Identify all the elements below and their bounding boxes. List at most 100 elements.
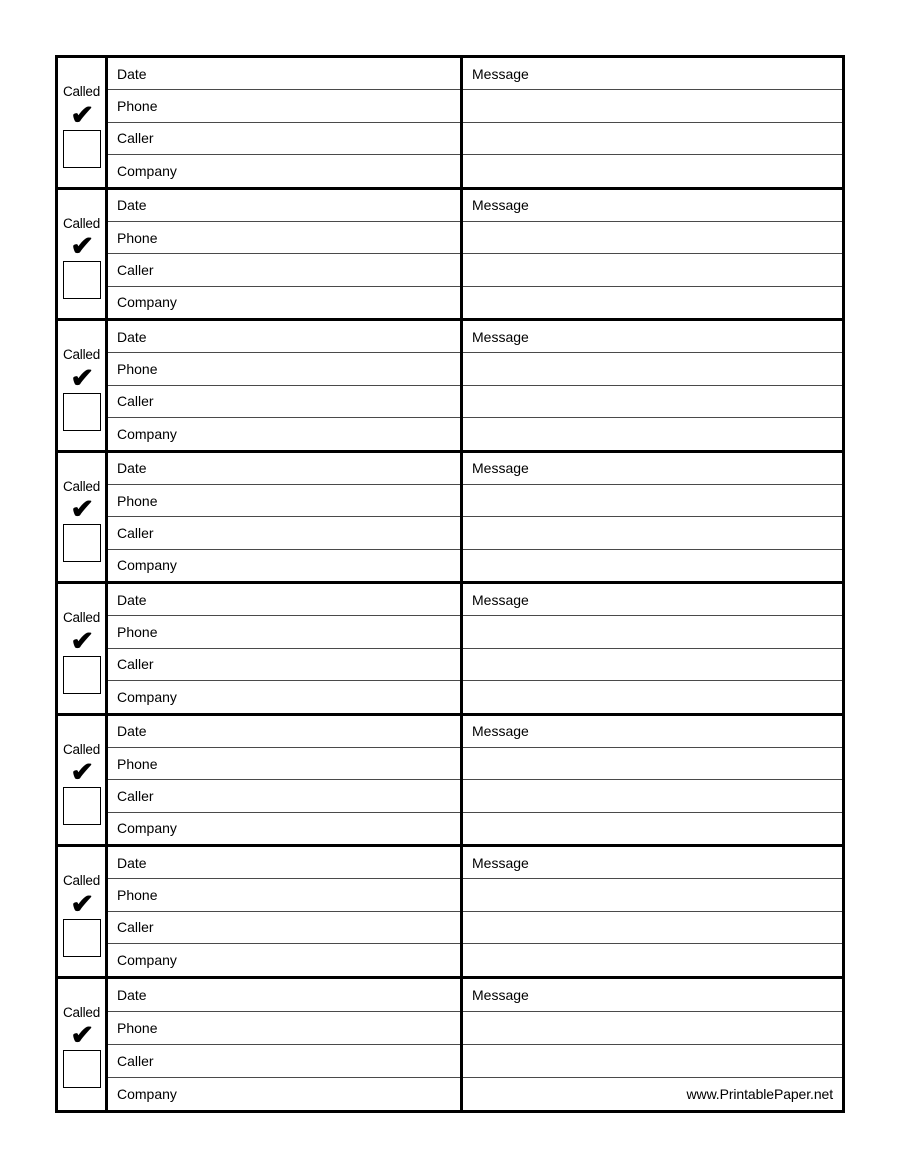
called-checkbox[interactable] xyxy=(62,1050,101,1088)
field-row-date[interactable]: Date xyxy=(108,979,460,1012)
message-header-row[interactable]: Message xyxy=(463,584,842,617)
checkmark-icon: ✔ xyxy=(70,1020,94,1050)
message-write-row[interactable] xyxy=(463,123,842,156)
field-row-caller[interactable]: Caller xyxy=(108,386,460,419)
field-row-caller[interactable]: Caller xyxy=(108,780,460,813)
message-column: Message xyxy=(463,190,842,319)
called-checkbox[interactable] xyxy=(62,129,101,168)
field-row-date[interactable]: Date xyxy=(108,453,460,485)
message-block: Called ✔ Date Phone Caller Company Message xyxy=(58,58,842,190)
message-write-row[interactable] xyxy=(463,287,842,318)
field-row-phone[interactable]: Phone xyxy=(108,353,460,386)
message-write-row[interactable] xyxy=(463,748,842,781)
field-row-company[interactable]: Company xyxy=(108,1078,460,1110)
called-checkbox[interactable] xyxy=(62,787,101,825)
called-checkbox[interactable] xyxy=(62,261,101,299)
field-label: Phone xyxy=(117,887,158,904)
message-write-row[interactable] xyxy=(463,254,842,287)
field-row-company[interactable]: Company xyxy=(108,944,460,975)
message-write-row[interactable] xyxy=(463,222,842,255)
field-row-phone[interactable]: Phone xyxy=(108,222,460,255)
field-label-column: Date Phone Caller Company xyxy=(108,715,463,844)
called-checkbox[interactable] xyxy=(62,524,101,562)
message-write-row[interactable] xyxy=(463,1012,842,1045)
checkmark-icon: ✔ xyxy=(70,757,94,787)
field-row-phone[interactable]: Phone xyxy=(108,616,460,649)
message-header-row[interactable]: Message xyxy=(463,847,842,880)
message-header-row[interactable]: Message xyxy=(463,190,842,222)
field-label-column: Date Phone Caller Company xyxy=(108,584,463,713)
message-write-row[interactable] xyxy=(463,780,842,813)
field-row-caller[interactable]: Caller xyxy=(108,123,460,156)
message-write-row[interactable] xyxy=(463,517,842,550)
field-row-company[interactable]: Company xyxy=(108,155,460,186)
called-checkbox[interactable] xyxy=(62,655,101,694)
field-row-caller[interactable]: Caller xyxy=(108,1045,460,1078)
called-checkbox[interactable] xyxy=(62,918,101,957)
field-row-date[interactable]: Date xyxy=(108,58,460,91)
field-row-caller[interactable]: Caller xyxy=(108,254,460,287)
field-row-company[interactable]: Company xyxy=(108,287,460,318)
message-write-row[interactable] xyxy=(463,155,842,186)
field-row-phone[interactable]: Phone xyxy=(108,1012,460,1045)
called-column: Called ✔ xyxy=(58,58,108,187)
message-block: Called ✔ Date Phone Caller Company Message xyxy=(58,189,842,321)
field-label: Company xyxy=(117,557,177,574)
message-write-row[interactable] xyxy=(463,1045,842,1078)
field-row-date[interactable]: Date xyxy=(108,716,460,748)
field-label-column: Date Phone Caller Company xyxy=(108,452,463,581)
message-write-row[interactable]: www.PrintablePaper.net xyxy=(463,1078,842,1110)
message-write-row[interactable] xyxy=(463,386,842,419)
message-write-row[interactable] xyxy=(463,550,842,581)
message-write-row[interactable] xyxy=(463,813,842,844)
message-block: Called ✔ Date Phone Caller Company Message xyxy=(58,847,842,979)
field-row-phone[interactable]: Phone xyxy=(108,90,460,123)
called-label: Called xyxy=(62,84,101,99)
message-header-row[interactable]: Message xyxy=(463,716,842,748)
field-label: Caller xyxy=(117,261,154,278)
message-write-row[interactable] xyxy=(463,879,842,912)
field-label: Caller xyxy=(117,130,154,147)
field-label: Company xyxy=(117,1085,177,1102)
message-write-row[interactable] xyxy=(463,90,842,123)
field-row-company[interactable]: Company xyxy=(108,418,460,449)
field-row-company[interactable]: Company xyxy=(108,681,460,712)
field-label: Phone xyxy=(117,98,158,115)
message-header-label: Message xyxy=(472,65,529,82)
field-row-date[interactable]: Date xyxy=(108,190,460,222)
message-header-row[interactable]: Message xyxy=(463,321,842,354)
message-block: Called ✔ Date Phone Caller Company Message xyxy=(58,715,842,847)
called-checkbox[interactable] xyxy=(62,392,101,431)
field-row-date[interactable]: Date xyxy=(108,847,460,880)
field-row-company[interactable]: Company xyxy=(108,813,460,844)
message-write-row[interactable] xyxy=(463,616,842,649)
message-write-row[interactable] xyxy=(463,912,842,945)
field-label: Company xyxy=(117,820,177,837)
field-row-caller[interactable]: Caller xyxy=(108,517,460,550)
field-row-company[interactable]: Company xyxy=(108,550,460,581)
field-label-column: Date Phone Caller Company xyxy=(108,189,463,318)
checkmark-icon: ✔ xyxy=(70,231,94,261)
field-row-date[interactable]: Date xyxy=(108,584,460,617)
phone-message-log-table: Called ✔ Date Phone Caller Company Message Call… xyxy=(55,55,845,1113)
field-label: Phone xyxy=(117,624,158,641)
field-label: Phone xyxy=(117,492,158,509)
message-write-row[interactable] xyxy=(463,418,842,449)
field-row-caller[interactable]: Caller xyxy=(108,912,460,945)
field-row-caller[interactable]: Caller xyxy=(108,649,460,682)
field-row-phone[interactable]: Phone xyxy=(108,879,460,912)
message-write-row[interactable] xyxy=(463,681,842,712)
message-write-row[interactable] xyxy=(463,353,842,386)
message-write-row[interactable] xyxy=(463,944,842,975)
message-header-row[interactable]: Message xyxy=(463,58,842,91)
called-column: Called ✔ xyxy=(58,715,108,844)
field-row-date[interactable]: Date xyxy=(108,321,460,354)
field-label: Phone xyxy=(117,1019,158,1036)
field-row-phone[interactable]: Phone xyxy=(108,485,460,518)
message-header-row[interactable]: Message xyxy=(463,453,842,485)
message-write-row[interactable] xyxy=(463,485,842,518)
message-write-row[interactable] xyxy=(463,649,842,682)
field-row-phone[interactable]: Phone xyxy=(108,748,460,781)
message-column: Message xyxy=(463,847,842,976)
message-header-row[interactable]: Message xyxy=(463,979,842,1012)
